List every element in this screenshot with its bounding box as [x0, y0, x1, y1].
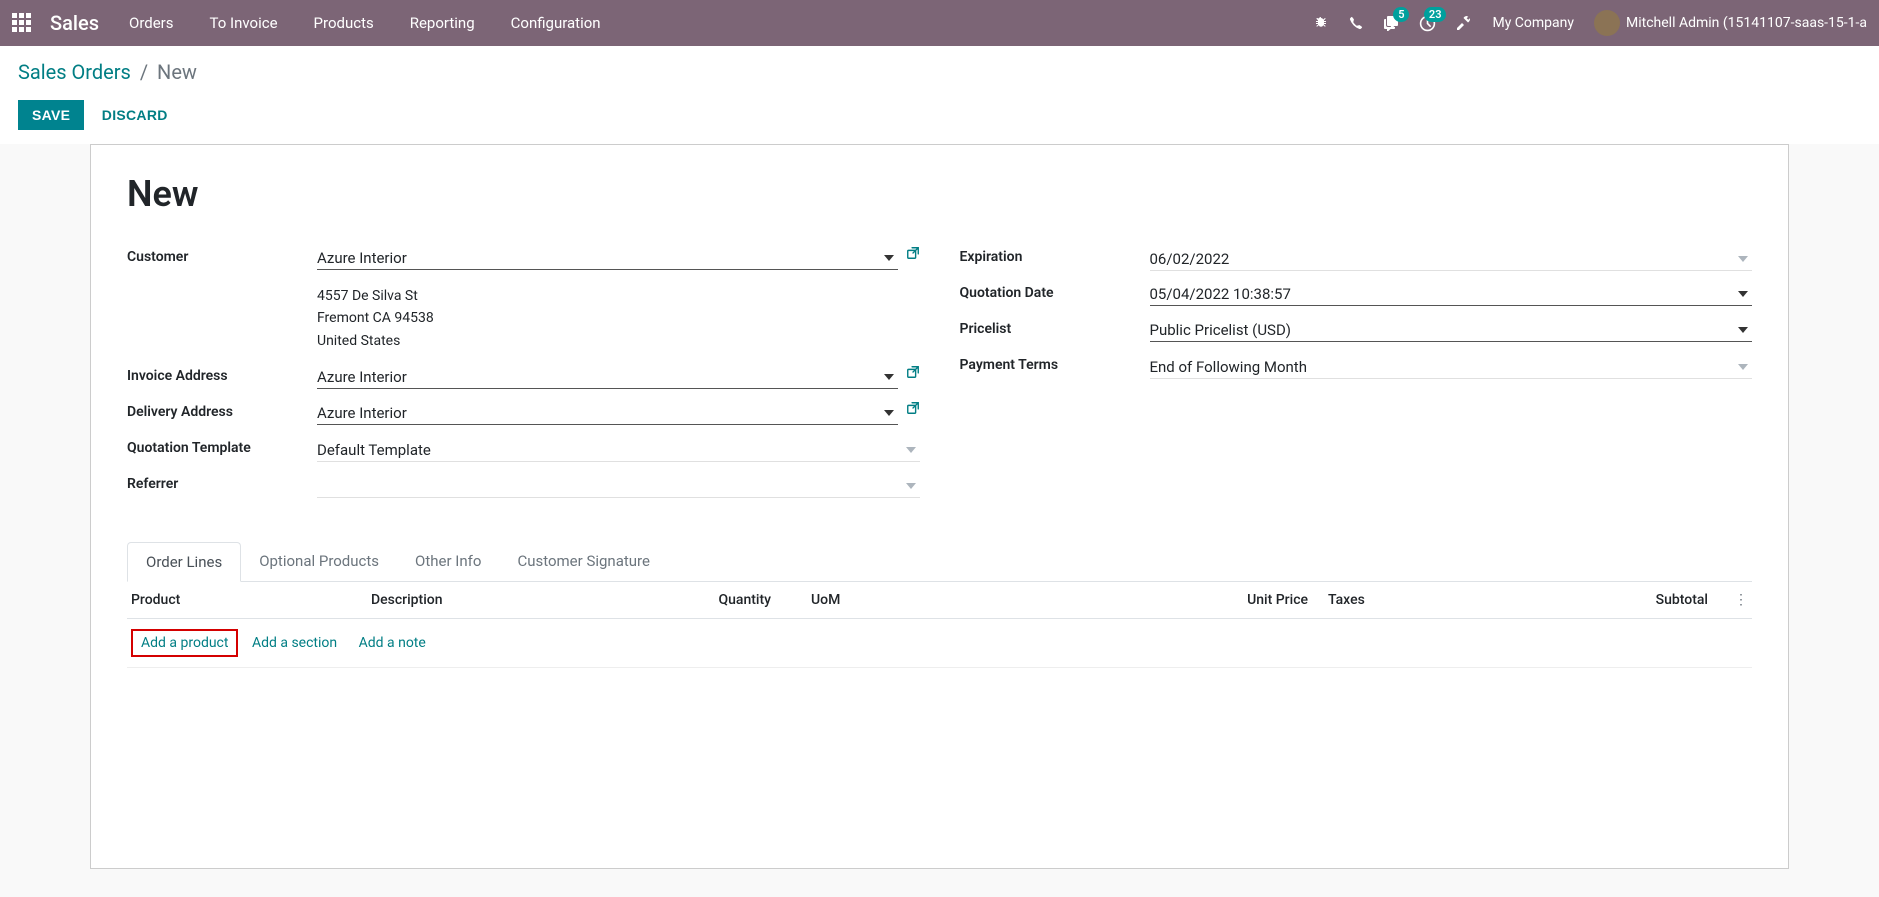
breadcrumb-current: New	[157, 60, 197, 84]
control-panel: Sales Orders / New SAVE DISCARD	[0, 46, 1879, 144]
nav-products[interactable]: Products	[314, 14, 374, 32]
referrer-label: Referrer	[127, 472, 317, 492]
tools-icon[interactable]	[1456, 15, 1472, 31]
tabs: Order Lines Optional Products Other Info…	[127, 542, 1752, 582]
external-link-icon[interactable]	[906, 245, 920, 261]
quotation-date-label: Quotation Date	[960, 281, 1150, 301]
chevron-down-icon[interactable]	[1738, 364, 1748, 370]
order-lines-header: Product Description Quantity UoM Unit Pr…	[127, 582, 1752, 619]
breadcrumb-link[interactable]: Sales Orders	[18, 60, 131, 84]
discard-button[interactable]: DISCARD	[102, 107, 168, 123]
nav-right: 5 23 My Company Mitchell Admin (15141107…	[1313, 10, 1867, 36]
referrer-field[interactable]	[317, 472, 920, 498]
chevron-down-icon[interactable]	[884, 255, 894, 261]
customer-label: Customer	[127, 245, 317, 265]
company-selector[interactable]: My Company	[1492, 15, 1574, 31]
page-title: New	[127, 173, 1752, 215]
customer-value: Azure Interior	[317, 249, 880, 267]
apps-icon[interactable]	[12, 13, 32, 33]
right-column: Expiration 06/02/2022 Quotation Date 05/…	[960, 245, 1753, 508]
breadcrumb-sep: /	[140, 60, 148, 84]
left-column: Customer Azure Interior 4557 De Silva St…	[127, 245, 920, 508]
nav-menu: Orders To Invoice Products Reporting Con…	[129, 14, 601, 32]
quotation-date-field[interactable]: 05/04/2022 10:38:57	[1150, 281, 1753, 306]
breadcrumb: Sales Orders / New	[18, 60, 1861, 84]
template-field[interactable]: Default Template	[317, 436, 920, 462]
activity-icon[interactable]: 23	[1419, 15, 1436, 32]
chevron-down-icon[interactable]	[884, 410, 894, 416]
nav-to-invoice[interactable]: To Invoice	[210, 14, 278, 32]
col-quantity: Quantity	[651, 592, 771, 608]
delivery-address-label: Delivery Address	[127, 400, 317, 420]
messages-icon[interactable]: 5	[1383, 15, 1399, 31]
nav-reporting[interactable]: Reporting	[410, 14, 475, 32]
activity-badge: 23	[1424, 7, 1447, 22]
save-button[interactable]: SAVE	[18, 100, 84, 130]
payment-terms-label: Payment Terms	[960, 353, 1150, 373]
user-menu[interactable]: Mitchell Admin (15141107-saas-15-1-a	[1594, 10, 1867, 36]
tab-order-lines[interactable]: Order Lines	[127, 542, 241, 582]
customer-field[interactable]: Azure Interior	[317, 245, 898, 270]
pricelist-label: Pricelist	[960, 317, 1150, 337]
tab-optional-products[interactable]: Optional Products	[241, 542, 397, 581]
col-subtotal: Subtotal	[1428, 592, 1708, 608]
invoice-address-label: Invoice Address	[127, 364, 317, 384]
col-product: Product	[131, 592, 371, 608]
col-unit-price: Unit Price	[1188, 592, 1308, 608]
user-label: Mitchell Admin (15141107-saas-15-1-a	[1626, 15, 1867, 31]
tab-customer-signature[interactable]: Customer Signature	[499, 542, 668, 581]
add-row: Add a product Add a section Add a note	[127, 619, 1752, 668]
nav-configuration[interactable]: Configuration	[511, 14, 601, 32]
chevron-down-icon[interactable]	[884, 374, 894, 380]
col-description: Description	[371, 592, 651, 608]
col-uom: UoM	[771, 592, 911, 608]
template-label: Quotation Template	[127, 436, 317, 456]
nav-orders[interactable]: Orders	[129, 14, 174, 32]
tab-other-info[interactable]: Other Info	[397, 542, 499, 581]
add-note-link[interactable]: Add a note	[359, 635, 426, 651]
expiration-field[interactable]: 06/02/2022	[1150, 245, 1753, 271]
chevron-down-icon[interactable]	[1738, 256, 1748, 262]
form-sheet: New Customer Azure Interior	[90, 144, 1789, 869]
external-link-icon[interactable]	[906, 364, 920, 380]
messages-badge: 5	[1393, 7, 1409, 22]
customer-address: 4557 De Silva StFremont CA 94538United S…	[317, 281, 920, 356]
external-link-icon[interactable]	[906, 400, 920, 416]
chevron-down-icon[interactable]	[906, 447, 916, 453]
phone-icon[interactable]	[1349, 16, 1363, 30]
add-product-link[interactable]: Add a product	[141, 635, 228, 651]
invoice-address-field[interactable]: Azure Interior	[317, 364, 898, 389]
pricelist-field[interactable]: Public Pricelist (USD)	[1150, 317, 1753, 342]
chevron-down-icon[interactable]	[1738, 327, 1748, 333]
kebab-icon[interactable]: ⋮	[1708, 592, 1748, 608]
highlight-box: Add a product	[131, 629, 238, 657]
delivery-address-field[interactable]: Azure Interior	[317, 400, 898, 425]
avatar	[1594, 10, 1620, 36]
expiration-label: Expiration	[960, 245, 1150, 265]
chevron-down-icon[interactable]	[906, 483, 916, 489]
chevron-down-icon[interactable]	[1738, 291, 1748, 297]
col-taxes: Taxes	[1308, 592, 1428, 608]
add-section-link[interactable]: Add a section	[252, 635, 337, 651]
brand[interactable]: Sales	[50, 11, 99, 35]
payment-terms-field[interactable]: End of Following Month	[1150, 353, 1753, 379]
action-buttons: SAVE DISCARD	[18, 100, 1861, 144]
bug-icon[interactable]	[1313, 15, 1329, 31]
top-navbar: Sales Orders To Invoice Products Reporti…	[0, 0, 1879, 46]
